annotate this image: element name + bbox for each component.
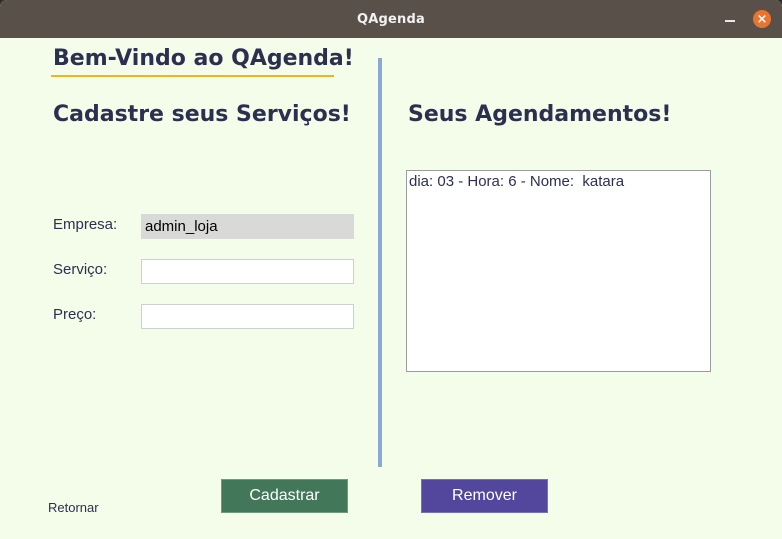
register-services-heading: Cadastre seus Serviços!: [53, 102, 351, 127]
vertical-divider: [378, 58, 382, 467]
minimize-button[interactable]: [722, 10, 738, 28]
welcome-heading: Bem-Vindo ao QAgenda!: [53, 46, 354, 71]
servico-label: Serviço:: [53, 261, 108, 278]
servico-input[interactable]: [141, 259, 354, 284]
cadastrar-button[interactable]: Cadastrar: [221, 479, 348, 513]
minimize-icon: [725, 20, 735, 22]
preco-input[interactable]: [141, 304, 354, 329]
empresa-field: admin_loja: [141, 214, 354, 239]
remover-button[interactable]: Remover: [421, 479, 548, 513]
close-button[interactable]: ×: [753, 10, 771, 28]
empresa-label: Empresa:: [53, 216, 118, 233]
title-bar[interactable]: QAgenda ×: [0, 0, 782, 38]
retornar-button[interactable]: Retornar: [48, 500, 99, 515]
list-item[interactable]: dia: 03 - Hora: 6 - Nome: katara: [409, 173, 708, 191]
welcome-underline: [51, 75, 334, 77]
window-title: QAgenda: [357, 11, 425, 27]
appointments-heading: Seus Agendamentos!: [408, 102, 672, 127]
app-window: QAgenda × Bem-Vindo ao QAgenda! Cadastre…: [0, 0, 782, 539]
preco-label: Preço:: [53, 306, 97, 323]
appointments-list[interactable]: dia: 03 - Hora: 6 - Nome: katara: [406, 170, 711, 372]
close-icon: ×: [756, 11, 768, 27]
